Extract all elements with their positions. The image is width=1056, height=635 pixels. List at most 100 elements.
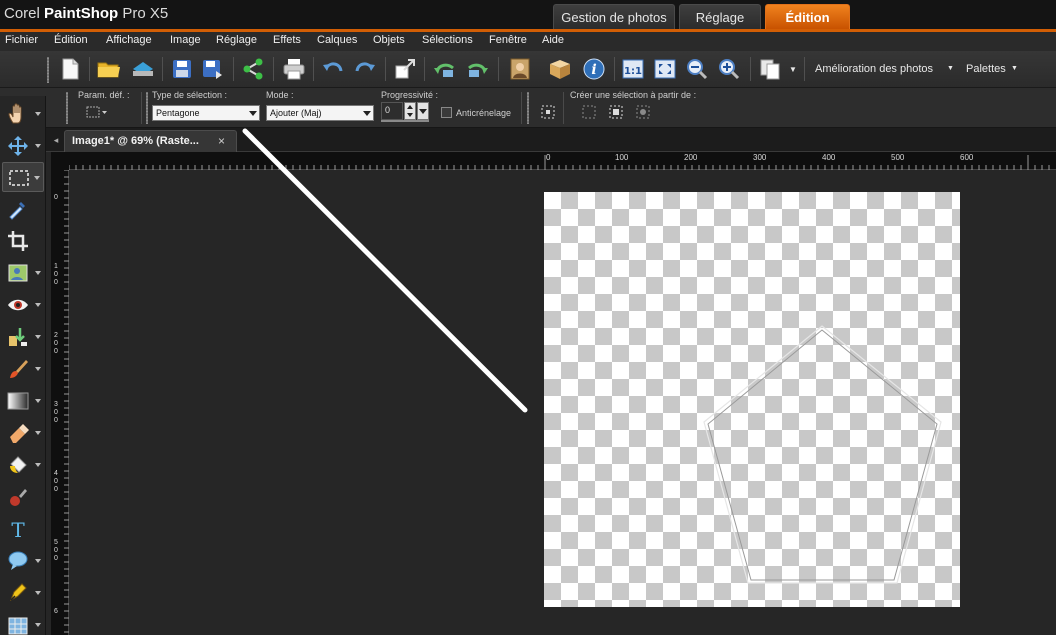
tab-manage[interactable]: Gestion de photos — [553, 4, 675, 29]
pen-icon — [5, 581, 31, 605]
document-tab-label: Image1* @ 69% (Raste... — [72, 135, 199, 147]
fit-window-icon[interactable] — [652, 56, 678, 82]
shape-tool[interactable] — [2, 546, 44, 576]
menu-edit[interactable]: Édition — [54, 34, 88, 46]
palettes-menu[interactable]: Palettes — [966, 63, 1006, 75]
zoom-out-icon[interactable] — [684, 56, 710, 82]
tools-panel: T — [0, 96, 46, 635]
tab-adjust[interactable]: Réglage — [679, 4, 761, 29]
mode-select[interactable]: Ajouter (Maj) — [266, 105, 374, 121]
chevron-down-icon — [249, 111, 257, 116]
palettes-dropdown-arrow[interactable]: ▼ — [1011, 65, 1018, 72]
vruler-label: 4 0 0 — [54, 470, 58, 493]
text-tool[interactable]: T — [2, 514, 44, 544]
feather-slider[interactable] — [381, 120, 429, 122]
text-icon: T — [5, 517, 31, 541]
actual-size-icon[interactable]: 1:1 — [620, 56, 646, 82]
info-icon[interactable]: i — [581, 56, 607, 82]
photo-enhance-dropdown-arrow[interactable]: ▼ — [947, 65, 954, 72]
menu-selections[interactable]: Sélections — [422, 34, 473, 46]
gradient-tool[interactable] — [2, 386, 44, 416]
crop-icon — [5, 229, 31, 253]
image-canvas[interactable] — [544, 192, 960, 607]
print-icon[interactable] — [281, 56, 307, 82]
rotate-left-icon[interactable] — [432, 56, 458, 82]
menu-image[interactable]: Image — [170, 34, 201, 46]
move-tool[interactable] — [2, 131, 44, 161]
share-icon[interactable] — [240, 56, 266, 82]
menu-file[interactable]: Fichier — [5, 34, 38, 46]
document-tab[interactable]: Image1* @ 69% (Raste... × — [64, 130, 237, 152]
feather-stepper[interactable] — [404, 102, 416, 120]
crop-tool[interactable] — [2, 226, 44, 256]
vruler-label: 3 0 0 — [54, 401, 58, 424]
svg-text:1:1: 1:1 — [624, 66, 642, 77]
selection-tool[interactable] — [2, 162, 44, 192]
mesh-icon — [5, 613, 31, 635]
red-eye-tool[interactable] — [2, 290, 44, 320]
tab-scroll-left-icon[interactable]: ◂ — [50, 133, 62, 147]
open-folder-icon[interactable] — [96, 56, 122, 82]
antialias-checkbox[interactable] — [441, 107, 452, 118]
undo-icon[interactable] — [320, 56, 346, 82]
menu-objects[interactable]: Objets — [373, 34, 405, 46]
title-bar: Corel PaintShop Pro X5 Gestion de photos… — [0, 0, 1056, 32]
menu-layers[interactable]: Calques — [317, 34, 357, 46]
makeover-tool[interactable] — [2, 322, 44, 352]
eraser-icon — [5, 421, 31, 445]
warp-tool[interactable] — [2, 610, 44, 635]
eraser-tool[interactable] — [2, 418, 44, 448]
portrait-icon[interactable] — [507, 56, 533, 82]
feather-input[interactable]: 0 — [381, 102, 403, 120]
fill-tool[interactable] — [2, 450, 44, 480]
horizontal-ruler-ticks — [68, 155, 1050, 170]
photo-enhance-menu[interactable]: Amélioration des photos — [815, 63, 933, 75]
menu-window[interactable]: Fenêtre — [489, 34, 527, 46]
redo-icon[interactable] — [352, 56, 378, 82]
feather-dropdown[interactable] — [417, 102, 429, 120]
svg-text:i: i — [591, 62, 596, 78]
zoom-in-icon[interactable] — [716, 56, 742, 82]
toolbar-grip[interactable] — [47, 57, 49, 83]
create-from-label: Créer une sélection à partir de : — [570, 90, 697, 100]
speech-bubble-icon — [5, 549, 31, 573]
hruler-label: 400 — [822, 153, 836, 162]
select-all-icon[interactable] — [540, 104, 556, 120]
menu-bar: Fichier Édition Affichage Image Réglage … — [0, 32, 1056, 51]
save-icon[interactable] — [169, 56, 195, 82]
pen-tool[interactable] — [2, 578, 44, 608]
package-icon[interactable] — [547, 56, 573, 82]
dropper-tool[interactable] — [2, 194, 44, 224]
chevron-down-icon — [363, 111, 371, 116]
picture-tube-tool[interactable] — [2, 482, 44, 512]
from-mask-icon[interactable] — [635, 104, 651, 120]
from-layer-icon[interactable] — [608, 104, 624, 120]
dropper-icon — [5, 197, 31, 221]
app-title: Corel PaintShop Pro X5 — [4, 5, 169, 22]
paste-dropdown-arrow[interactable]: ▼ — [789, 65, 797, 74]
save-as-icon[interactable] — [200, 56, 226, 82]
new-file-icon[interactable] — [57, 56, 83, 82]
svg-text:T: T — [11, 518, 25, 540]
hruler-label: 0 — [546, 153, 551, 162]
makeover-icon — [5, 325, 31, 349]
rotate-right-icon[interactable] — [464, 56, 490, 82]
horizontal-ruler: 0 100 200 300 400 500 600 — [68, 152, 1056, 170]
brush-tool[interactable] — [2, 354, 44, 384]
scanner-icon[interactable] — [130, 56, 156, 82]
menu-adjust[interactable]: Réglage — [216, 34, 257, 46]
close-icon[interactable]: × — [218, 134, 225, 148]
straighten-tool[interactable] — [2, 258, 44, 288]
pan-tool[interactable] — [2, 99, 44, 129]
menu-help[interactable]: Aide — [542, 34, 564, 46]
tab-edit[interactable]: Édition — [765, 4, 850, 29]
paint-bucket-icon — [5, 453, 31, 477]
menu-view[interactable]: Affichage — [106, 34, 152, 46]
paste-icon[interactable] — [757, 56, 783, 82]
selection-type-select[interactable]: Pentagone — [152, 105, 260, 121]
presets-dropdown[interactable] — [86, 105, 108, 121]
main-toolbar: i 1:1 ▼ Amélioration des photos ▼ Palett… — [0, 51, 1056, 88]
resize-icon[interactable] — [392, 56, 418, 82]
from-vector-icon[interactable] — [581, 104, 597, 120]
menu-effects[interactable]: Effets — [273, 34, 301, 46]
